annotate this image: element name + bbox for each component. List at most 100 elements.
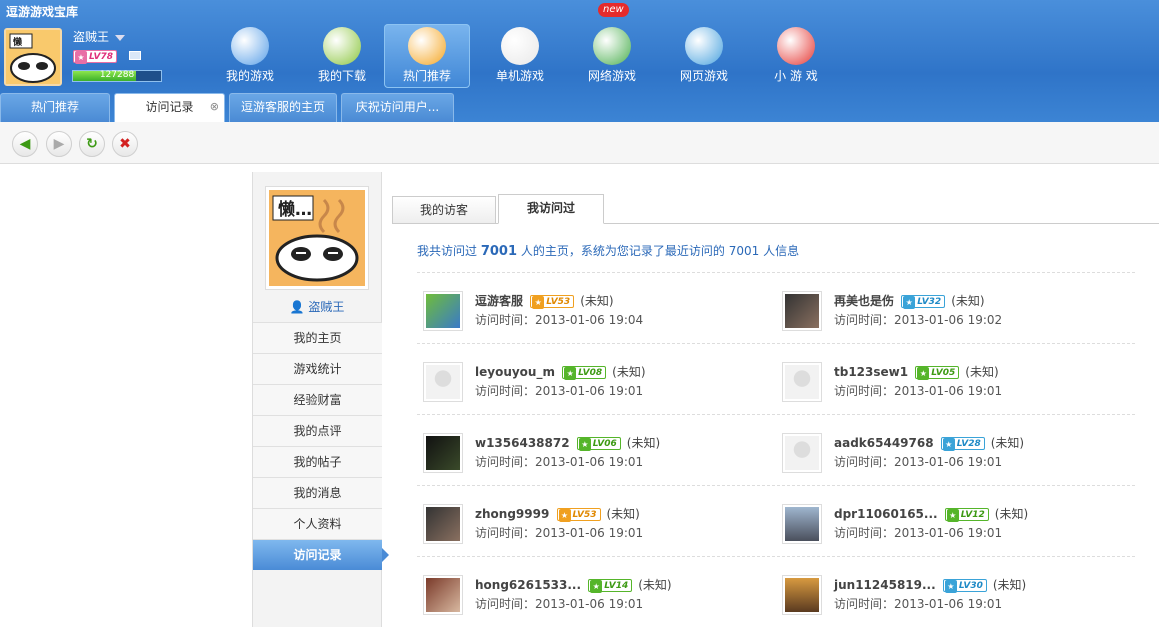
list-item: jun11245819... LV30 (未知) 访问时间：2013-01-06 1… (776, 573, 1126, 615)
content-tabs: 我的访客 我访问过 (392, 194, 1159, 224)
summary-count2: 7001 (728, 244, 760, 258)
back-arrow-icon[interactable]: ◀ (12, 131, 38, 157)
tab-visited[interactable]: 我访问过 (498, 194, 604, 224)
sidebar-item-6[interactable]: 个人资料 (253, 508, 382, 539)
nav-item-6[interactable]: 小 游 戏 (753, 24, 839, 88)
visitor-location: (未知) (626, 436, 661, 450)
visitor-name[interactable]: tb123sew1 (834, 365, 908, 379)
visitor-avatar[interactable] (782, 291, 822, 331)
sidebar-item-4[interactable]: 我的帖子 (253, 446, 382, 477)
visitor-name[interactable]: w1356438872 (475, 436, 570, 450)
visit-time: 2013-01-06 19:01 (535, 526, 644, 540)
sidebar-item-7[interactable]: 访问记录 (253, 539, 389, 570)
visitor-name[interactable]: 再美也是伤 (834, 294, 894, 308)
level-badge: LV14 (588, 579, 633, 593)
visitor-name[interactable]: dpr11060165... (834, 507, 938, 521)
visitor-avatar[interactable] (782, 362, 822, 402)
time-label: 访问时间： (834, 384, 895, 398)
visitor-avatar[interactable] (782, 575, 822, 615)
disc-plus-icon (408, 27, 446, 65)
close-icon[interactable]: ⊗ (210, 94, 219, 120)
level-badge: LV53 (530, 295, 575, 309)
visitor-name[interactable]: zhong9999 (475, 507, 549, 521)
visit-time: 2013-01-06 19:01 (894, 526, 1003, 540)
visitor-avatar[interactable] (423, 433, 463, 473)
sidebar-item-1[interactable]: 游戏统计 (253, 353, 382, 384)
time-label: 访问时间： (834, 313, 895, 327)
profile-avatar[interactable]: 懒… (265, 186, 369, 290)
visitor-avatar[interactable] (423, 362, 463, 402)
user-avatar[interactable]: 懒 (4, 28, 62, 86)
time-label: 访问时间： (834, 526, 895, 540)
new-badge: new (598, 3, 629, 17)
visitor-name[interactable]: 逗游客服 (475, 294, 523, 308)
visitor-avatar[interactable] (423, 291, 463, 331)
xp-value: 127288 (99, 70, 135, 80)
visit-time: 2013-01-06 19:01 (535, 384, 644, 398)
visitor-name[interactable]: jun11245819... (834, 578, 936, 592)
level-badge: LV05 (915, 366, 960, 380)
nav-label: 网页游戏 (679, 69, 728, 83)
list-item: hong6261533... LV14 (未知) 访问时间：2013-01-06 1… (417, 573, 767, 615)
table-row: zhong9999 LV53(未知)访问时间：2013-01-06 19:01d… (417, 485, 1135, 556)
chevron-down-icon (115, 34, 126, 41)
visitor-avatar[interactable] (782, 433, 822, 473)
profile-name-text: 盗贼王 (308, 300, 345, 314)
sidebar: 懒… 👤 盗贼王 我的主页 游戏统计 经验财富 我的点评 我的帖子 我的消息 个人资料 访问记… (252, 172, 389, 627)
stop-icon[interactable]: ✖ (112, 131, 138, 157)
visitor-location: (未知) (606, 507, 640, 521)
sidebar-item-2[interactable]: 经验财富 (253, 384, 382, 415)
sidebar-item-3[interactable]: 我的点评 (253, 415, 382, 446)
visit-time: 2013-01-06 19:02 (894, 313, 1003, 327)
visitor-location: (未知) (580, 294, 614, 308)
tab-visit-record[interactable]: 访问记录 ⊗ (114, 93, 225, 122)
mail-icon[interactable] (129, 51, 141, 60)
time-label: 访问时间： (475, 597, 536, 611)
visitor-name[interactable]: hong6261533... (475, 578, 581, 592)
svg-text:懒…: 懒… (278, 199, 312, 220)
visit-summary: 我共访问过 7001 人的主页，系统为您记录了最近访问的 7001 人信息 (417, 242, 799, 259)
list-item: leyouyou_m LV08 (未知) 访问时间：2013-01-06 19:01 (417, 360, 767, 402)
sidebar-item-0[interactable]: 我的主页 (253, 322, 382, 353)
gamepad-icon (501, 27, 539, 65)
table-row: 逗游客服 LV53(未知)访问时间：2013-01-06 19:04再美也是伤 … (417, 272, 1135, 343)
username-dropdown[interactable]: 盗贼王 (73, 28, 126, 45)
tab-my-visitors[interactable]: 我的访客 (392, 196, 496, 224)
sidebar-item-5[interactable]: 我的消息 (253, 477, 382, 508)
nav-item-3[interactable]: 单机游戏 (477, 24, 563, 88)
summary-prefix: 我共访问过 (417, 244, 478, 258)
user-globe-icon (231, 27, 269, 65)
tab-label: 热门推荐 (30, 100, 79, 114)
level-badge: LV06 (576, 437, 621, 451)
summary-count: 7001 (480, 244, 518, 259)
visitor-name[interactable]: leyouyou_m (475, 365, 555, 379)
forward-arrow-icon[interactable]: ▶ (46, 131, 72, 157)
nav-item-1[interactable]: 我的下载 (299, 24, 385, 88)
tab-label: 逗游客服的主页 (240, 100, 325, 114)
list-item: dpr11060165... LV12 (未知) 访问时间：2013-01-06 1… (776, 502, 1126, 544)
visitor-name[interactable]: aadk65449768 (834, 436, 934, 450)
nav-item-5[interactable]: 网页游戏 (661, 24, 747, 88)
sidebar-menu: 我的主页 游戏统计 经验财富 我的点评 我的帖子 我的消息 个人资料 访问记录 (253, 322, 389, 570)
visit-time: 2013-01-06 19:04 (535, 313, 644, 327)
time-label: 访问时间： (475, 313, 536, 327)
nav-item-0[interactable]: 我的游戏 (207, 24, 293, 88)
tab-celebrate[interactable]: 庆祝访问用户... (341, 93, 454, 122)
list-item: 再美也是伤 LV32 (未知) 访问时间：2013-01-06 19:02 (776, 289, 1126, 331)
profile-name[interactable]: 👤 盗贼王 (253, 298, 381, 315)
visit-time: 2013-01-06 19:01 (535, 455, 644, 469)
visitor-avatar[interactable] (423, 504, 463, 544)
tab-label: 我访问过 (526, 201, 575, 215)
nav-item-2[interactable]: 热门推荐 (384, 24, 470, 88)
tab-service-home[interactable]: 逗游客服的主页 (229, 93, 337, 122)
nav-item-4[interactable]: 网络游戏 (569, 24, 655, 88)
visitor-avatar[interactable] (782, 504, 822, 544)
refresh-icon[interactable]: ↻ (79, 131, 105, 157)
visitor-location: (未知) (992, 578, 1027, 592)
list-item: 逗游客服 LV53 (未知) 访问时间：2013-01-06 19:04 (417, 289, 767, 331)
visitor-avatar[interactable] (423, 575, 463, 615)
list-item: aadk65449768 LV28 (未知) 访问时间：2013-01-06 19:… (776, 431, 1126, 473)
tab-hot[interactable]: 热门推荐 (0, 93, 110, 122)
visit-list: 逗游客服 LV53(未知)访问时间：2013-01-06 19:04再美也是伤 … (417, 272, 1135, 627)
level-badge: LV08 (562, 366, 607, 380)
